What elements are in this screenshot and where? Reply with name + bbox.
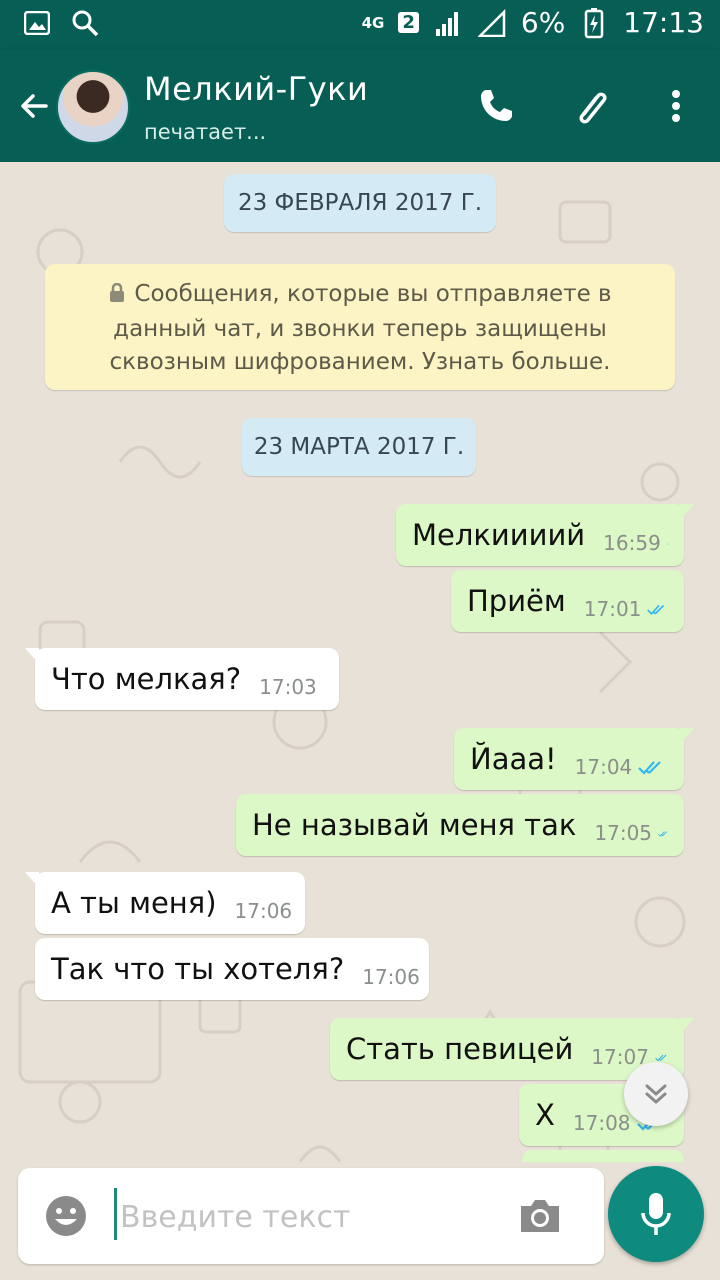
read-ticks-icon bbox=[658, 831, 668, 837]
message-time: 16:59 bbox=[603, 531, 661, 555]
message-text: Не называй меня так bbox=[252, 808, 577, 842]
message-bubble-incoming[interactable]: Так что ты хотеля? 17:06 bbox=[35, 938, 429, 1000]
signal-icon bbox=[433, 8, 463, 38]
message-text: Йааа! bbox=[470, 742, 557, 776]
message-bubble-outgoing-partial[interactable] bbox=[522, 1150, 684, 1162]
battery-percent: 6% bbox=[520, 6, 566, 39]
message-bubble-outgoing[interactable]: Йааа! 17:04 bbox=[454, 728, 694, 790]
sim-indicator: 2 bbox=[398, 12, 419, 33]
date-separator: 23 ФЕВРАЛЯ 2017 Г. bbox=[224, 174, 496, 232]
read-ticks-icon bbox=[647, 604, 665, 615]
gallery-notification-icon bbox=[22, 8, 52, 38]
read-ticks-icon bbox=[638, 761, 662, 775]
voice-record-button[interactable] bbox=[608, 1166, 704, 1262]
phone-icon[interactable] bbox=[468, 78, 524, 134]
message-bubble-outgoing[interactable]: Мелкиииий 16:59 bbox=[396, 504, 694, 566]
message-text: Стать певицей bbox=[346, 1032, 574, 1066]
message-text: Х bbox=[535, 1098, 555, 1132]
message-time: 17:04 bbox=[574, 755, 633, 779]
double-chevron-down-icon bbox=[645, 1084, 667, 1104]
back-arrow-icon[interactable] bbox=[10, 78, 58, 134]
chat-header: Мелкий-Гуки печатает... bbox=[0, 50, 720, 162]
message-time: 17:01 bbox=[583, 597, 642, 621]
search-notification-icon bbox=[70, 8, 100, 38]
camera-icon[interactable] bbox=[512, 1188, 568, 1244]
message-time: 17:06 bbox=[234, 899, 293, 923]
lock-icon bbox=[108, 280, 126, 313]
message-bubble-incoming[interactable]: Что мелкая? 17:03 bbox=[25, 648, 339, 710]
message-text: А ты меня) bbox=[51, 886, 217, 920]
encryption-notice-text: Сообщения, которые вы отправляете в данн… bbox=[109, 281, 612, 375]
message-composer bbox=[18, 1168, 604, 1264]
message-bubble-incoming[interactable]: А ты меня) 17:06 bbox=[25, 872, 305, 934]
contact-name[interactable]: Мелкий-Гуки bbox=[144, 70, 368, 108]
attachment-icon[interactable] bbox=[564, 78, 620, 134]
message-time: 17:08 bbox=[572, 1111, 631, 1135]
date-separator: 23 МАРТА 2017 Г. bbox=[242, 418, 476, 476]
status-bar: 4G 2 6% 17:13 bbox=[0, 0, 720, 50]
network-type: 4G bbox=[361, 13, 385, 32]
message-time: 17:03 bbox=[259, 675, 317, 699]
message-bubble-outgoing[interactable]: Стать певицей 17:07 bbox=[330, 1018, 694, 1080]
message-bubble-outgoing[interactable]: Не называй меня так 17:05 bbox=[236, 794, 684, 856]
encryption-notice[interactable]: Сообщения, которые вы отправляете в данн… bbox=[45, 264, 675, 390]
chat-area[interactable]: 23 ФЕВРАЛЯ 2017 Г. Сообщения, которые вы… bbox=[0, 162, 720, 1162]
scroll-to-bottom-button[interactable] bbox=[624, 1062, 688, 1126]
emoji-icon[interactable] bbox=[40, 1190, 92, 1242]
message-text: Так что ты хотеля? bbox=[51, 952, 345, 986]
contact-status: печатает... bbox=[144, 120, 267, 144]
message-time: 17:05 bbox=[594, 821, 653, 845]
text-cursor bbox=[114, 1188, 117, 1240]
message-time: 17:06 bbox=[362, 965, 420, 989]
clock: 17:13 bbox=[623, 6, 704, 39]
contact-avatar[interactable] bbox=[56, 70, 130, 144]
message-input[interactable] bbox=[118, 1194, 502, 1240]
message-text: Приём bbox=[467, 584, 566, 618]
microphone-icon bbox=[641, 1193, 671, 1235]
message-text: Что мелкая? bbox=[51, 662, 242, 696]
battery-charging-icon bbox=[579, 7, 609, 38]
more-vert-icon[interactable] bbox=[648, 78, 704, 134]
message-text: Мелкиииий bbox=[412, 518, 586, 552]
signal-2-icon bbox=[477, 8, 507, 38]
read-ticks-icon bbox=[666, 543, 670, 545]
message-bubble-outgoing[interactable]: Приём 17:01 bbox=[451, 570, 684, 632]
